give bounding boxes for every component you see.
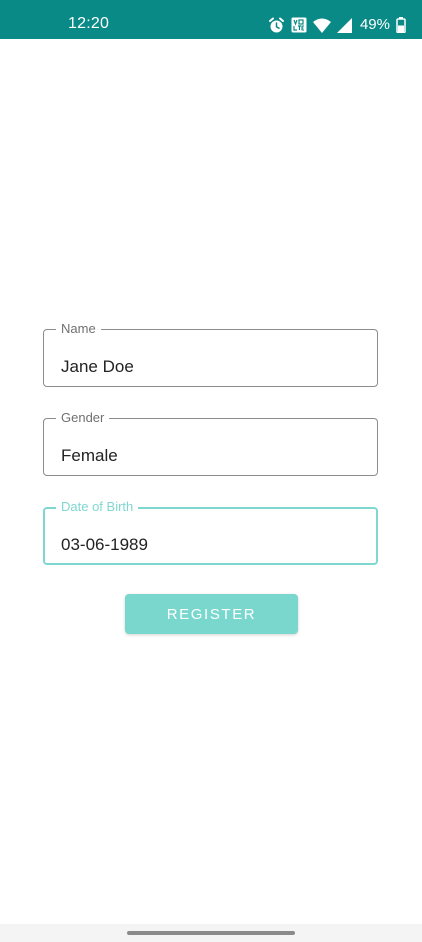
name-field-label: Name xyxy=(56,320,101,338)
gender-field-value[interactable]: Female xyxy=(61,445,118,467)
alarm-icon xyxy=(268,17,285,34)
name-field-value[interactable]: Jane Doe xyxy=(61,356,134,378)
navigation-bar xyxy=(0,924,422,942)
status-icons: 49% xyxy=(268,15,406,35)
battery-percent: 49% xyxy=(359,16,390,33)
battery-icon xyxy=(396,17,406,33)
signal-icon xyxy=(336,17,352,33)
date-of-birth-field-value[interactable]: 03-06-1989 xyxy=(61,534,148,556)
app-screen: 12:20 49% Name Jane Doe Gender Female Da… xyxy=(0,0,422,942)
register-button[interactable]: REGISTER xyxy=(125,594,298,634)
status-time: 12:20 xyxy=(68,15,110,32)
name-field[interactable]: Name Jane Doe xyxy=(43,320,378,387)
gender-field[interactable]: Gender Female xyxy=(43,409,378,476)
gender-field-label: Gender xyxy=(56,409,110,427)
wifi-icon xyxy=(312,18,331,33)
date-of-birth-field[interactable]: Date of Birth 03-06-1989 xyxy=(43,498,378,565)
date-of-birth-field-label: Date of Birth xyxy=(56,498,139,516)
volte-icon xyxy=(291,17,307,33)
home-gesture-handle[interactable] xyxy=(127,931,295,935)
status-bar: 12:20 49% xyxy=(0,0,422,39)
